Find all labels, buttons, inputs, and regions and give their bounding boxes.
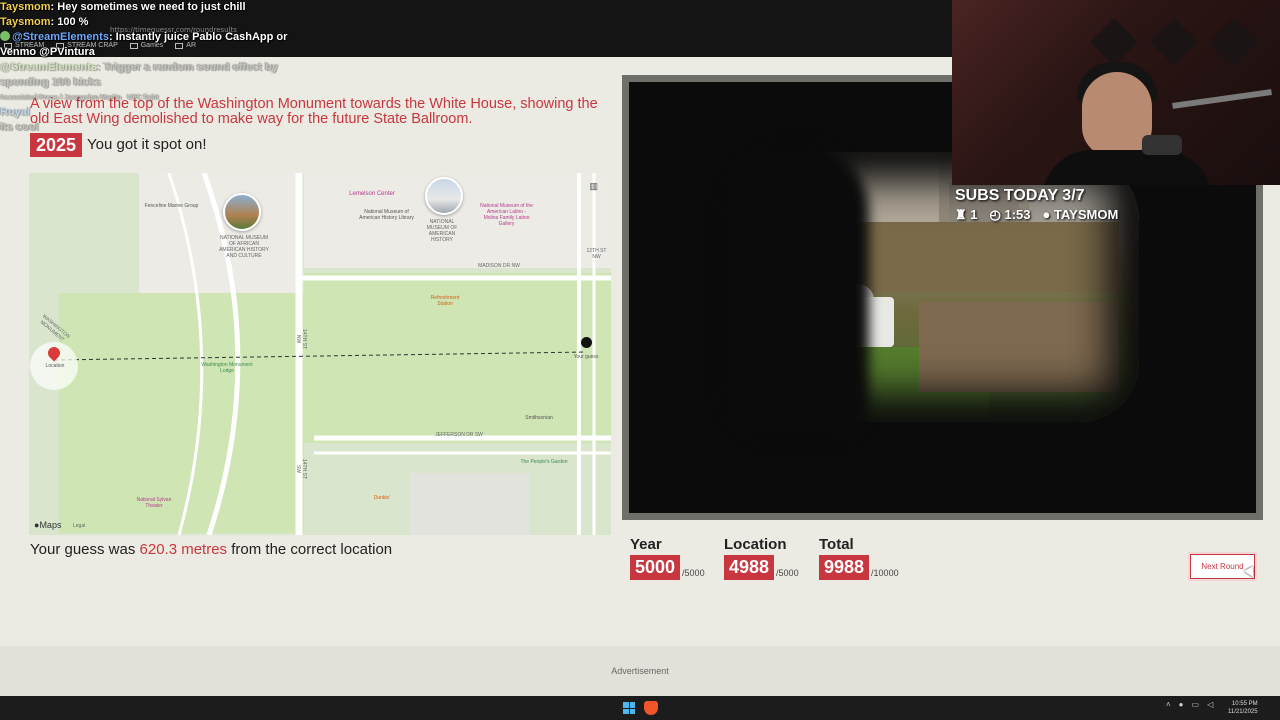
location-score: Location 4988/5000 — [724, 536, 799, 580]
correct-year-badge: 2025 — [30, 133, 83, 157]
windows-start-icon[interactable] — [623, 702, 635, 714]
map-label: Smithsonian — [525, 415, 553, 421]
map-label: MADISON DR NW — [478, 263, 520, 269]
map-label: Refreshment Station — [430, 295, 460, 307]
chat-line: Royal — [0, 106, 30, 118]
map-roads — [29, 173, 611, 535]
windows-taskbar — [0, 696, 1280, 720]
microphone-tray-icon[interactable]: ● — [1179, 700, 1184, 709]
map-label: Fenceline Marine Group — [144, 203, 199, 209]
museum-thumbnail-pin[interactable] — [425, 177, 463, 215]
trophy-icon: ♜ — [955, 207, 967, 222]
map-legal-link[interactable]: Legal — [73, 523, 85, 529]
map-label: NATIONAL MUSEUM OF AMERICAN HISTORY — [426, 219, 458, 243]
map-label: 12TH ST NW — [586, 248, 607, 260]
map-type-icon[interactable]: ▥ — [589, 181, 598, 192]
verified-badge-icon — [0, 31, 10, 41]
map-label: Location — [45, 363, 65, 369]
map-label: The People's Garden — [520, 459, 568, 465]
map-label: National Museum of the American Latino -… — [480, 203, 533, 227]
advertisement-bar: Advertisement — [0, 646, 1280, 696]
map-label: JEFFERSON DR SW — [435, 432, 483, 438]
result-map[interactable]: Fenceline Marine Group NATIONAL MUSEUM O… — [29, 173, 611, 535]
map-label: 14TH ST NW — [295, 329, 307, 350]
year-score: Year 5000/5000 — [630, 536, 705, 580]
network-icon[interactable]: ▭ — [1192, 700, 1200, 709]
map-label: National Museum of American History Libr… — [359, 209, 414, 221]
chat-line: Venmo @PVintura — [0, 46, 95, 58]
map-label: Washington Monument Lodge — [201, 362, 253, 374]
subs-counter: SUBS TODAY 3/7 — [955, 187, 1085, 204]
total-score: Total 9988/10000 — [819, 536, 899, 580]
chevron-up-icon[interactable]: ˄ — [1166, 700, 1171, 709]
silhouette — [719, 142, 869, 442]
guess-pin-icon[interactable] — [581, 337, 592, 348]
taskbar-clock[interactable]: 10:55 PM 11/21/2025 — [1228, 700, 1258, 716]
map-label: Your guess — [573, 354, 599, 360]
chat-line: Taysmom: Hey sometimes we need to just c… — [0, 1, 246, 13]
chat-line: @StreamElements: Instantly juice Pablo C… — [0, 30, 320, 45]
chat-line: @StreamElements: Trigger a random sound … — [0, 61, 278, 73]
map-label: 14TH ST SW — [295, 459, 307, 480]
chat-line: Associated Press / Jacquelyn Martin UFC … — [0, 94, 159, 101]
maps-logo: ●Maps — [34, 520, 62, 530]
museum-thumbnail-pin[interactable] — [223, 193, 261, 231]
map-label: Lemelson Center — [349, 191, 395, 197]
user-icon: ● — [1042, 207, 1051, 222]
webcam-feed — [952, 0, 1280, 185]
chat-line: spending 100 kicks — [0, 76, 101, 88]
map-label: NATIONAL MUSEUM OF AFRICAN AMERICAN HIST… — [219, 235, 269, 259]
year-feedback: You got it spot on! — [87, 136, 207, 153]
next-round-button[interactable]: Next Round — [1190, 554, 1255, 579]
chat-line: its cool — [0, 121, 39, 133]
map-label: Dunkin' — [373, 495, 391, 501]
stream-stats: ♜ 1 ◴ 1:53 ● TAYSMOM — [955, 207, 1119, 222]
chat-line: Taysmom: 100 % — [0, 16, 89, 28]
stream-chat-overlay: Taysmom: Hey sometimes we need to just c… — [0, 0, 320, 135]
guess-distance-text: Your guess was 620.3 metres from the cor… — [30, 541, 393, 558]
volume-icon[interactable]: ◁ — [1207, 700, 1213, 709]
system-tray: ˄ ● ▭ ◁ — [1166, 700, 1213, 709]
map-label: National Sylvan Theater — [136, 497, 172, 509]
microphone-icon — [1142, 135, 1182, 155]
brave-browser-icon[interactable] — [644, 701, 658, 715]
clock-icon: ◴ — [989, 207, 1001, 222]
